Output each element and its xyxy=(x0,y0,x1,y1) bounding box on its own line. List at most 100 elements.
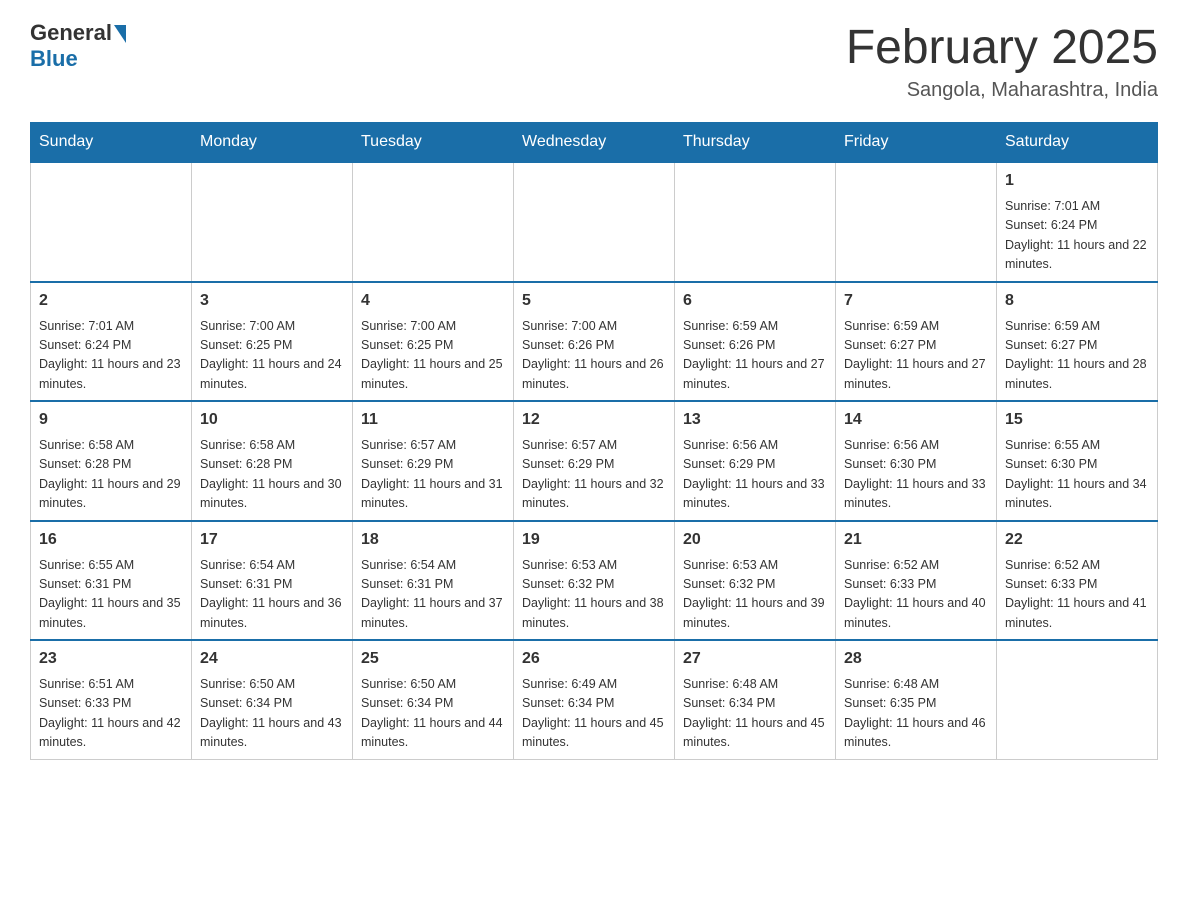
header-saturday: Saturday xyxy=(997,123,1158,163)
day-number: 5 xyxy=(522,289,666,313)
day-number: 1 xyxy=(1005,169,1149,193)
day-number: 2 xyxy=(39,289,183,313)
calendar-cell-w5-d7 xyxy=(997,640,1158,759)
logo-blue-text: Blue xyxy=(30,46,78,72)
calendar-cell-w4-d2: 17 Sunrise: 6:54 AM Sunset: 6:31 PM Dayli… xyxy=(192,521,353,641)
calendar-cell-w3-d4: 12 Sunrise: 6:57 AM Sunset: 6:29 PM Dayli… xyxy=(514,401,675,521)
day-info: Sunrise: 6:49 AM Sunset: 6:34 PM Dayligh… xyxy=(522,675,666,753)
day-info: Sunrise: 6:59 AM Sunset: 6:27 PM Dayligh… xyxy=(844,317,988,395)
day-info: Sunrise: 6:53 AM Sunset: 6:32 PM Dayligh… xyxy=(522,556,666,634)
calendar-cell-w2-d7: 8 Sunrise: 6:59 AM Sunset: 6:27 PM Daylig… xyxy=(997,282,1158,402)
day-number: 7 xyxy=(844,289,988,313)
day-number: 25 xyxy=(361,647,505,671)
day-number: 17 xyxy=(200,528,344,552)
title-area: February 2025 Sangola, Maharashtra, Indi… xyxy=(846,20,1158,102)
calendar-table: Sunday Monday Tuesday Wednesday Thursday… xyxy=(30,122,1158,760)
calendar-cell-w5-d5: 27Sunrise: 6:48 AM Sunset: 6:34 PM Dayli… xyxy=(675,640,836,759)
day-info: Sunrise: 6:54 AM Sunset: 6:31 PM Dayligh… xyxy=(200,556,344,634)
day-number: 22 xyxy=(1005,528,1149,552)
day-info: Sunrise: 7:00 AM Sunset: 6:25 PM Dayligh… xyxy=(200,317,344,395)
day-info: Sunrise: 7:01 AM Sunset: 6:24 PM Dayligh… xyxy=(1005,197,1149,275)
day-number: 28 xyxy=(844,647,988,671)
calendar-cell-w1-d5 xyxy=(675,162,836,282)
page-header: General Blue February 2025 Sangola, Maha… xyxy=(30,20,1158,102)
calendar-cell-w3-d3: 11 Sunrise: 6:57 AM Sunset: 6:29 PM Dayli… xyxy=(353,401,514,521)
header-sunday: Sunday xyxy=(31,123,192,163)
calendar-cell-w4-d7: 22Sunrise: 6:52 AM Sunset: 6:33 PM Dayli… xyxy=(997,521,1158,641)
calendar-header-row: Sunday Monday Tuesday Wednesday Thursday… xyxy=(31,123,1158,163)
calendar-cell-w5-d1: 23 Sunrise: 6:51 AM Sunset: 6:33 PM Dayli… xyxy=(31,640,192,759)
calendar-cell-w3-d6: 14Sunrise: 6:56 AM Sunset: 6:30 PM Dayli… xyxy=(836,401,997,521)
calendar-week-2: 2 Sunrise: 7:01 AM Sunset: 6:24 PM Daylig… xyxy=(31,282,1158,402)
day-number: 27 xyxy=(683,647,827,671)
day-number: 8 xyxy=(1005,289,1149,313)
day-number: 6 xyxy=(683,289,827,313)
calendar-cell-w3-d5: 13 Sunrise: 6:56 AM Sunset: 6:29 PM Dayli… xyxy=(675,401,836,521)
calendar-cell-w1-d4 xyxy=(514,162,675,282)
day-info: Sunrise: 6:55 AM Sunset: 6:30 PM Dayligh… xyxy=(1005,436,1149,514)
day-number: 23 xyxy=(39,647,183,671)
day-info: Sunrise: 6:55 AM Sunset: 6:31 PM Dayligh… xyxy=(39,556,183,634)
calendar-cell-w3-d7: 15 Sunrise: 6:55 AM Sunset: 6:30 PM Dayli… xyxy=(997,401,1158,521)
calendar-cell-w1-d6 xyxy=(836,162,997,282)
month-title: February 2025 xyxy=(846,20,1158,75)
header-friday: Friday xyxy=(836,123,997,163)
calendar-cell-w4-d4: 19 Sunrise: 6:53 AM Sunset: 6:32 PM Dayli… xyxy=(514,521,675,641)
calendar-cell-w1-d2 xyxy=(192,162,353,282)
calendar-cell-w3-d1: 9Sunrise: 6:58 AM Sunset: 6:28 PM Daylig… xyxy=(31,401,192,521)
calendar-cell-w5-d4: 26 Sunrise: 6:49 AM Sunset: 6:34 PM Dayli… xyxy=(514,640,675,759)
day-info: Sunrise: 7:01 AM Sunset: 6:24 PM Dayligh… xyxy=(39,317,183,395)
day-number: 13 xyxy=(683,408,827,432)
calendar-cell-w4-d3: 18 Sunrise: 6:54 AM Sunset: 6:31 PM Dayli… xyxy=(353,521,514,641)
day-info: Sunrise: 6:51 AM Sunset: 6:33 PM Dayligh… xyxy=(39,675,183,753)
day-info: Sunrise: 6:59 AM Sunset: 6:27 PM Dayligh… xyxy=(1005,317,1149,395)
calendar-cell-w1-d7: 1 Sunrise: 7:01 AM Sunset: 6:24 PM Daylig… xyxy=(997,162,1158,282)
calendar-cell-w1-d1 xyxy=(31,162,192,282)
day-info: Sunrise: 6:54 AM Sunset: 6:31 PM Dayligh… xyxy=(361,556,505,634)
calendar-cell-w2-d2: 3 Sunrise: 7:00 AM Sunset: 6:25 PM Daylig… xyxy=(192,282,353,402)
calendar-cell-w5-d3: 25Sunrise: 6:50 AM Sunset: 6:34 PM Dayli… xyxy=(353,640,514,759)
calendar-cell-w3-d2: 10Sunrise: 6:58 AM Sunset: 6:28 PM Dayli… xyxy=(192,401,353,521)
logo-triangle-icon xyxy=(114,25,126,43)
calendar-cell-w5-d2: 24 Sunrise: 6:50 AM Sunset: 6:34 PM Dayli… xyxy=(192,640,353,759)
calendar-cell-w4-d5: 20 Sunrise: 6:53 AM Sunset: 6:32 PM Dayli… xyxy=(675,521,836,641)
calendar-week-5: 23 Sunrise: 6:51 AM Sunset: 6:33 PM Dayli… xyxy=(31,640,1158,759)
header-tuesday: Tuesday xyxy=(353,123,514,163)
day-info: Sunrise: 6:48 AM Sunset: 6:35 PM Dayligh… xyxy=(844,675,988,753)
day-number: 15 xyxy=(1005,408,1149,432)
day-number: 21 xyxy=(844,528,988,552)
day-number: 18 xyxy=(361,528,505,552)
calendar-week-3: 9Sunrise: 6:58 AM Sunset: 6:28 PM Daylig… xyxy=(31,401,1158,521)
day-info: Sunrise: 6:56 AM Sunset: 6:29 PM Dayligh… xyxy=(683,436,827,514)
day-info: Sunrise: 6:59 AM Sunset: 6:26 PM Dayligh… xyxy=(683,317,827,395)
header-wednesday: Wednesday xyxy=(514,123,675,163)
day-info: Sunrise: 6:58 AM Sunset: 6:28 PM Dayligh… xyxy=(39,436,183,514)
calendar-cell-w2-d3: 4 Sunrise: 7:00 AM Sunset: 6:25 PM Daylig… xyxy=(353,282,514,402)
header-thursday: Thursday xyxy=(675,123,836,163)
day-number: 10 xyxy=(200,408,344,432)
location-subtitle: Sangola, Maharashtra, India xyxy=(846,79,1158,102)
day-info: Sunrise: 6:53 AM Sunset: 6:32 PM Dayligh… xyxy=(683,556,827,634)
day-number: 19 xyxy=(522,528,666,552)
day-info: Sunrise: 7:00 AM Sunset: 6:25 PM Dayligh… xyxy=(361,317,505,395)
day-number: 24 xyxy=(200,647,344,671)
calendar-cell-w2-d1: 2 Sunrise: 7:01 AM Sunset: 6:24 PM Daylig… xyxy=(31,282,192,402)
calendar-cell-w4-d1: 16 Sunrise: 6:55 AM Sunset: 6:31 PM Dayli… xyxy=(31,521,192,641)
calendar-cell-w1-d3 xyxy=(353,162,514,282)
header-monday: Monday xyxy=(192,123,353,163)
day-info: Sunrise: 6:52 AM Sunset: 6:33 PM Dayligh… xyxy=(844,556,988,634)
day-number: 4 xyxy=(361,289,505,313)
day-number: 3 xyxy=(200,289,344,313)
calendar-week-1: 1 Sunrise: 7:01 AM Sunset: 6:24 PM Daylig… xyxy=(31,162,1158,282)
day-number: 11 xyxy=(361,408,505,432)
day-number: 16 xyxy=(39,528,183,552)
day-info: Sunrise: 6:57 AM Sunset: 6:29 PM Dayligh… xyxy=(361,436,505,514)
day-number: 26 xyxy=(522,647,666,671)
day-info: Sunrise: 6:57 AM Sunset: 6:29 PM Dayligh… xyxy=(522,436,666,514)
day-number: 20 xyxy=(683,528,827,552)
day-number: 14 xyxy=(844,408,988,432)
day-info: Sunrise: 6:50 AM Sunset: 6:34 PM Dayligh… xyxy=(200,675,344,753)
calendar-cell-w2-d6: 7 Sunrise: 6:59 AM Sunset: 6:27 PM Daylig… xyxy=(836,282,997,402)
logo: General Blue xyxy=(30,20,126,72)
day-number: 12 xyxy=(522,408,666,432)
